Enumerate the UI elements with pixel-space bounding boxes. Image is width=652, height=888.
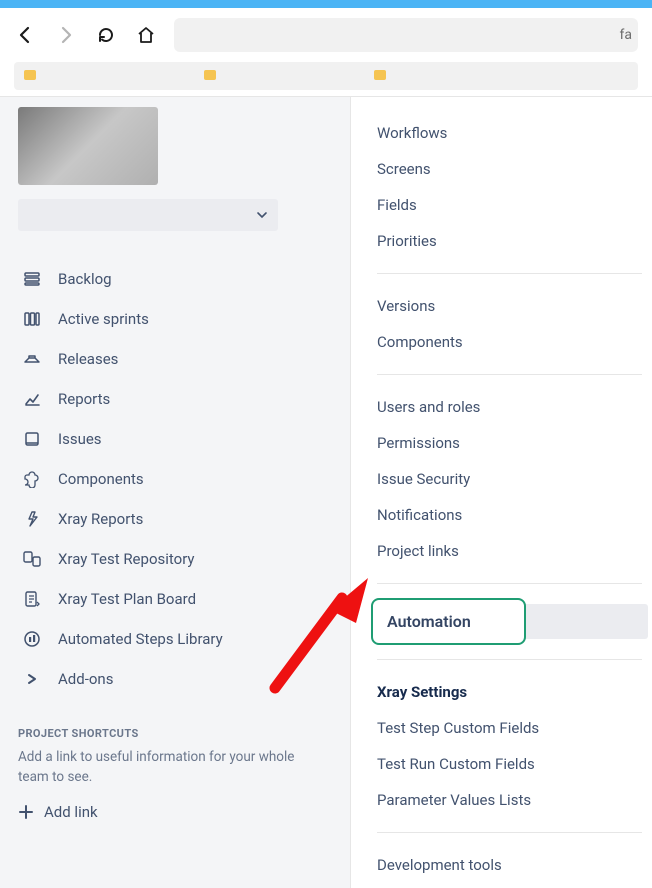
settings-item-development-tools[interactable]: Development tools (377, 847, 642, 883)
settings-item-test-step-custom-fields[interactable]: Test Step Custom Fields (377, 710, 642, 746)
settings-xray-heading: Xray Settings (377, 674, 642, 710)
sidebar-item-reports[interactable]: Reports (18, 379, 332, 419)
sidebar-item-issues[interactable]: Issues (18, 419, 332, 459)
reload-button[interactable] (94, 23, 118, 47)
sidebar-item-label: Active sprints (58, 310, 149, 328)
sidebar-item-backlog[interactable]: Backlog (18, 259, 332, 299)
sidebar-item-xray-reports[interactable]: Xray Reports (18, 499, 332, 539)
settings-item-test-run-custom-fields[interactable]: Test Run Custom Fields (377, 746, 642, 782)
add-link-label: Add link (44, 803, 98, 821)
sidebar-nav: Backlog Active sprints Releases Reports … (18, 259, 332, 699)
sidebar-item-xray-test-plan-board[interactable]: Xray Test Plan Board (18, 579, 332, 619)
settings-separator (377, 583, 642, 584)
settings-item-automation[interactable]: Automation (371, 598, 648, 645)
sidebar-item-label: Issues (58, 430, 102, 448)
settings-item-fields[interactable]: Fields (377, 187, 642, 223)
sprints-icon (22, 309, 42, 329)
settings-item-priorities[interactable]: Priorities (377, 223, 642, 259)
sidebar-item-add-ons[interactable]: Add-ons (18, 659, 332, 699)
add-link-button[interactable]: Add link (18, 803, 332, 821)
sidebar-item-label: Xray Reports (58, 510, 143, 528)
project-sidebar: Backlog Active sprints Releases Reports … (0, 97, 350, 888)
settings-item-project-links[interactable]: Project links (377, 533, 642, 569)
settings-separator (377, 659, 642, 660)
sidebar-item-label: Reports (58, 390, 110, 408)
sidebar-item-label: Backlog (58, 270, 112, 288)
home-button[interactable] (134, 23, 158, 47)
sidebar-item-label: Automated Steps Library (58, 630, 223, 648)
automation-highlight: Automation (371, 598, 526, 645)
browser-tab-strip (0, 0, 652, 8)
bookmarks-bar[interactable] (14, 62, 638, 90)
settings-item-parameter-values-lists[interactable]: Parameter Values Lists (377, 782, 642, 818)
sidebar-item-label: Releases (58, 350, 118, 368)
components-icon (22, 469, 42, 489)
sidebar-item-automated-steps-library[interactable]: Automated Steps Library (18, 619, 332, 659)
forward-button[interactable] (54, 23, 78, 47)
automation-label: Automation (387, 612, 471, 631)
project-shortcuts-description: Add a link to useful information for you… (18, 748, 298, 787)
releases-icon (22, 349, 42, 369)
auto-steps-icon (22, 629, 42, 649)
sidebar-item-active-sprints[interactable]: Active sprints (18, 299, 332, 339)
url-bar[interactable]: fa (174, 18, 638, 52)
settings-separator (377, 374, 642, 375)
settings-item-permissions[interactable]: Permissions (377, 425, 642, 461)
sidebar-item-components[interactable]: Components (18, 459, 332, 499)
sidebar-item-label: Add-ons (58, 670, 113, 688)
project-avatar (18, 107, 158, 185)
settings-item-screens[interactable]: Screens (377, 151, 642, 187)
settings-item-users-roles[interactable]: Users and roles (377, 389, 642, 425)
settings-separator (377, 832, 642, 833)
plus-icon (18, 804, 34, 820)
xray-reports-icon (22, 509, 42, 529)
sidebar-item-label: Xray Test Repository (58, 550, 195, 568)
project-shortcuts-heading: PROJECT SHORTCUTS (18, 727, 332, 740)
project-settings-pane: Workflows Screens Fields Priorities Vers… (350, 97, 652, 888)
addons-icon (22, 669, 42, 689)
reports-icon (22, 389, 42, 409)
browser-toolbar: fa (0, 8, 652, 62)
settings-item-notifications[interactable]: Notifications (377, 497, 642, 533)
settings-item-workflows[interactable]: Workflows (377, 115, 642, 151)
backlog-icon (22, 269, 42, 289)
url-tail: fa (620, 27, 632, 43)
settings-item-issue-security[interactable]: Issue Security (377, 461, 642, 497)
issues-icon (22, 429, 42, 449)
board-selector[interactable] (18, 199, 278, 231)
xray-plan-icon (22, 589, 42, 609)
sidebar-item-label: Xray Test Plan Board (58, 590, 196, 608)
sidebar-item-releases[interactable]: Releases (18, 339, 332, 379)
settings-separator (377, 273, 642, 274)
settings-item-components[interactable]: Components (377, 324, 642, 360)
chevron-down-icon (256, 209, 268, 221)
sidebar-item-xray-test-repository[interactable]: Xray Test Repository (18, 539, 332, 579)
back-button[interactable] (14, 23, 38, 47)
xray-repo-icon (22, 549, 42, 569)
sidebar-item-label: Components (58, 470, 144, 488)
settings-item-versions[interactable]: Versions (377, 288, 642, 324)
